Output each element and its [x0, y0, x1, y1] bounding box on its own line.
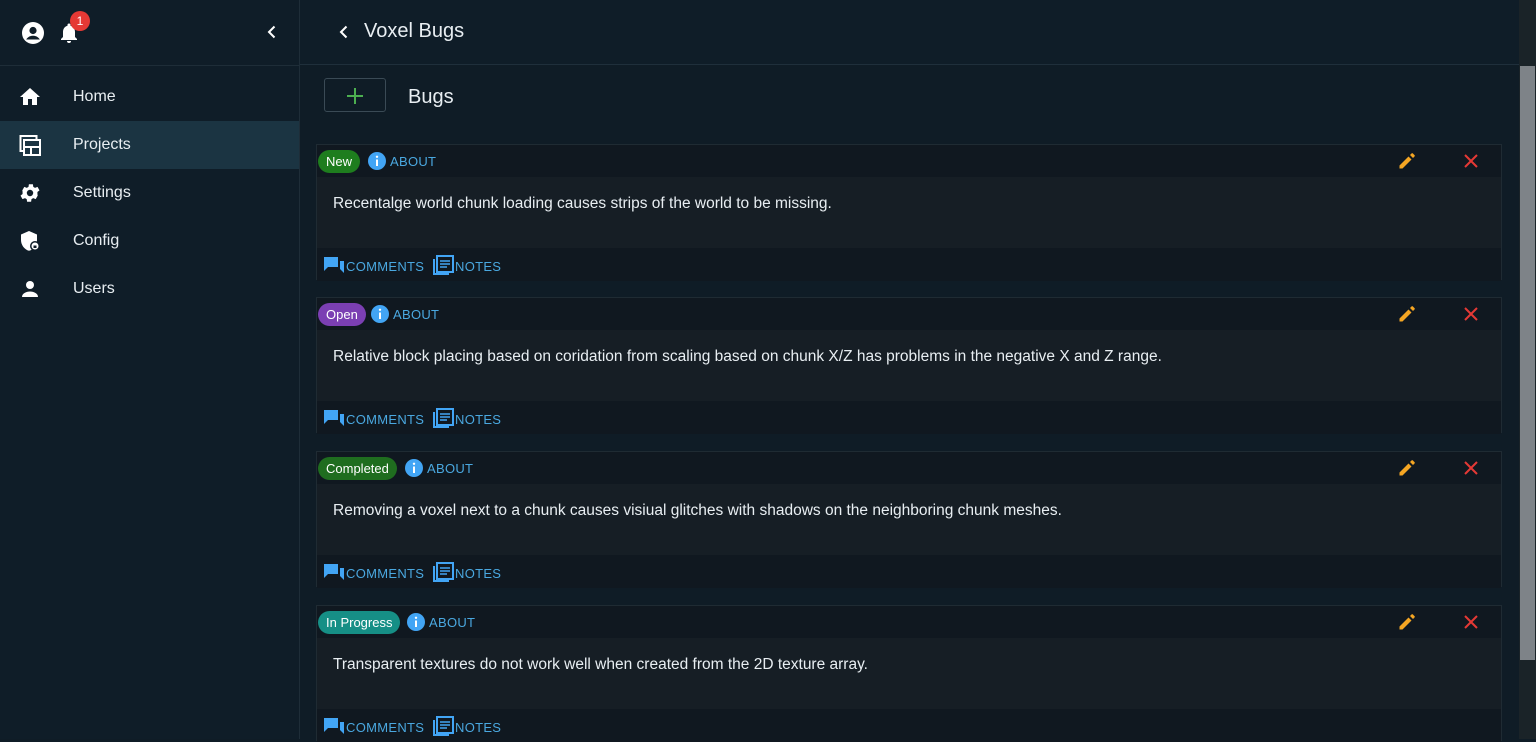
sidebar-item-label: Projects — [73, 136, 131, 153]
pencil-icon[interactable] — [1397, 304, 1417, 324]
main-content: Bugs New ABOUT Recentalge world chunk lo… — [300, 65, 1519, 742]
notes-label: NOTES — [455, 719, 502, 735]
notes-link[interactable]: NOTES — [431, 254, 501, 278]
account-icon[interactable] — [21, 21, 45, 45]
comments-label: COMMENTS — [346, 411, 425, 427]
info-icon — [407, 613, 425, 631]
user-icon — [22, 281, 38, 297]
bug-card-footer: COMMENTS NOTES — [317, 555, 1501, 588]
about-link[interactable]: ABOUT — [370, 304, 439, 324]
about-link[interactable]: ABOUT — [406, 612, 475, 632]
comments-link[interactable]: COMMENTS — [322, 561, 424, 585]
info-icon — [368, 152, 386, 170]
section-title: Bugs — [408, 86, 454, 108]
shield-lock-icon — [21, 231, 40, 251]
sidebar-item-home[interactable]: Home — [0, 73, 299, 121]
add-bug-button[interactable] — [324, 78, 386, 112]
sidebar-item-label: Config — [73, 232, 120, 249]
info-icon — [405, 459, 423, 477]
sidebar-item-label: Settings — [73, 184, 131, 201]
bug-card-header: New ABOUT — [317, 145, 1501, 177]
sidebar-item-label: Users — [73, 280, 115, 297]
notes-link[interactable]: NOTES — [431, 715, 501, 739]
sidebar-item-users[interactable]: Users — [0, 265, 299, 313]
about-label: ABOUT — [393, 306, 440, 322]
status-badge: In Progress — [318, 611, 401, 634]
back-chevron-icon[interactable] — [334, 22, 354, 42]
about-label: ABOUT — [390, 153, 437, 169]
projects-icon — [19, 135, 41, 156]
info-icon — [371, 305, 389, 323]
plus-icon — [347, 88, 363, 104]
sidebar-top-bar: 1 — [0, 0, 299, 66]
bug-description: Removing a voxel next to a chunk causes … — [333, 502, 1062, 519]
comments-icon — [324, 410, 344, 426]
comments-icon — [324, 718, 344, 734]
about-label: ABOUT — [429, 614, 476, 630]
close-icon[interactable] — [1461, 151, 1481, 171]
close-icon[interactable] — [1461, 304, 1481, 324]
about-link[interactable]: ABOUT — [404, 458, 473, 478]
sidebar: 1 Home Projects Settings Config Users — [0, 0, 300, 739]
pencil-icon[interactable] — [1397, 151, 1417, 171]
notes-link[interactable]: NOTES — [431, 561, 501, 585]
bug-card-header: Completed ABOUT — [317, 452, 1501, 484]
sidebar-item-label: Home — [73, 88, 116, 105]
notes-icon — [433, 562, 454, 582]
comments-label: COMMENTS — [346, 719, 425, 735]
notes-link[interactable]: NOTES — [431, 407, 501, 431]
about-link[interactable]: ABOUT — [367, 151, 436, 171]
home-icon — [20, 88, 40, 105]
close-icon[interactable] — [1461, 458, 1481, 478]
scrollbar-thumb[interactable] — [1520, 66, 1535, 660]
comments-link[interactable]: COMMENTS — [322, 407, 424, 431]
notes-icon — [433, 716, 454, 736]
gear-icon — [20, 184, 40, 202]
comments-link[interactable]: COMMENTS — [322, 715, 424, 739]
bug-card: Open ABOUT Relative block placing based … — [316, 297, 1502, 434]
bug-description: Transparent textures do not work well wh… — [333, 656, 868, 673]
sidebar-item-settings[interactable]: Settings — [0, 169, 299, 217]
status-badge: New — [318, 150, 361, 173]
bug-card: In Progress ABOUT Transparent textures d… — [316, 605, 1502, 742]
page-title: Voxel Bugs — [364, 20, 465, 42]
notes-icon — [433, 408, 454, 428]
notification-badge: 1 — [70, 11, 90, 31]
bug-card-footer: COMMENTS NOTES — [317, 401, 1501, 434]
status-badge: Completed — [318, 457, 397, 480]
chevron-left-icon[interactable] — [262, 22, 282, 42]
bug-card-footer: COMMENTS NOTES — [317, 248, 1501, 281]
bug-card-header: Open ABOUT — [317, 298, 1501, 330]
bug-description: Relative block placing based on coridati… — [333, 348, 1162, 365]
status-badge: Open — [318, 303, 366, 326]
notes-label: NOTES — [455, 411, 502, 427]
bug-description: Recentalge world chunk loading causes st… — [333, 195, 832, 212]
notes-icon — [433, 255, 454, 275]
comments-icon — [324, 564, 344, 580]
bug-card-header: In Progress ABOUT — [317, 606, 1501, 638]
pencil-icon[interactable] — [1397, 612, 1417, 632]
notes-label: NOTES — [455, 565, 502, 581]
comments-label: COMMENTS — [346, 258, 425, 274]
bug-card: Completed ABOUT Removing a voxel next to… — [316, 451, 1502, 588]
bug-card: New ABOUT Recentalge world chunk loading… — [316, 144, 1502, 281]
bug-card-footer: COMMENTS NOTES — [317, 709, 1501, 742]
comments-label: COMMENTS — [346, 565, 425, 581]
about-label: ABOUT — [427, 460, 474, 476]
close-icon[interactable] — [1461, 612, 1481, 632]
pencil-icon[interactable] — [1397, 458, 1417, 478]
sidebar-nav: Home Projects Settings Config Users — [0, 73, 299, 313]
comments-link[interactable]: COMMENTS — [322, 254, 424, 278]
comments-icon — [324, 257, 344, 273]
top-header: Voxel Bugs — [300, 0, 1519, 65]
notes-label: NOTES — [455, 258, 502, 274]
sidebar-item-config[interactable]: Config — [0, 217, 299, 265]
sidebar-item-projects[interactable]: Projects — [0, 121, 299, 169]
